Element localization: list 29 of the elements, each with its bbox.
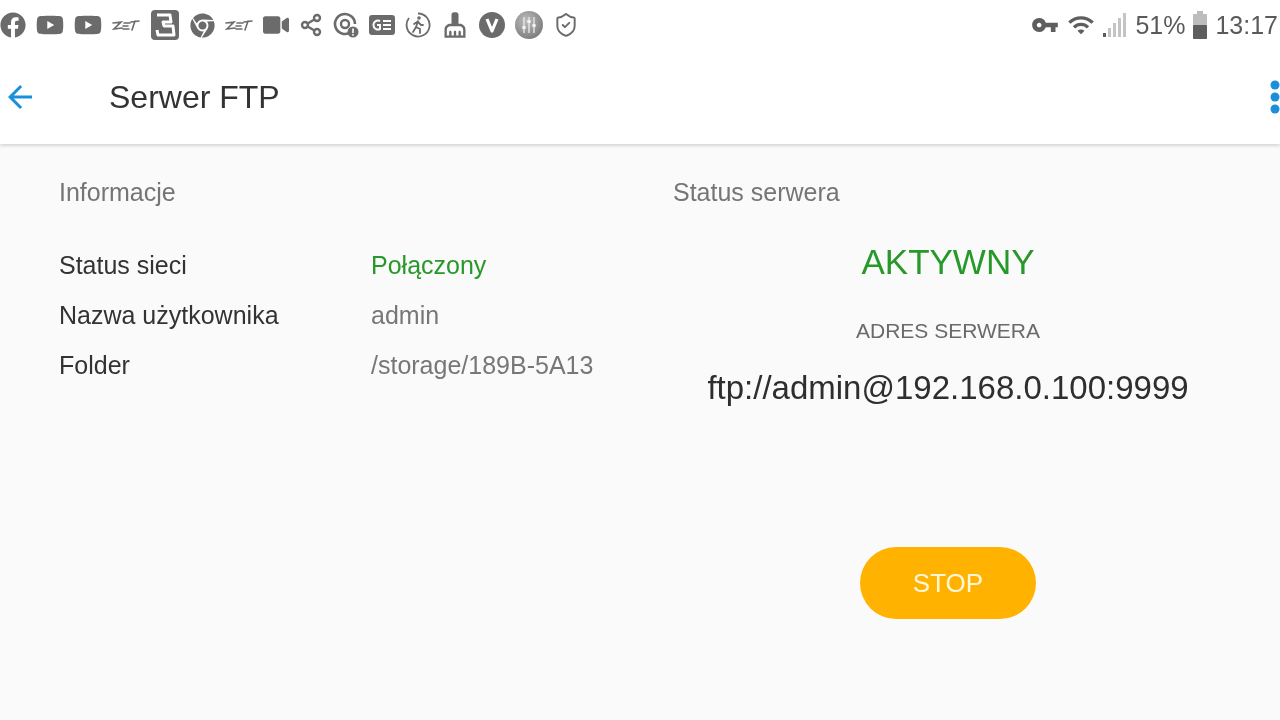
status-value: Połączony [371,250,487,281]
info-value: /storage/189B-5A13 [371,350,594,381]
section-heading: Informacje [59,177,176,208]
script-logo-icon [112,19,140,31]
battery-icon [1193,11,1208,39]
at-sign-alert-icon [333,12,359,38]
info-label: Folder [59,350,130,381]
script-logo-icon [225,19,253,31]
screen-title: Serwer FTP [109,78,280,117]
clock-time: 13:17 [1215,10,1278,40]
app-logo-icon [150,9,180,41]
more-options-icon[interactable] [1270,80,1280,114]
runner-icon [405,12,431,38]
info-label: Status sieci [59,250,187,281]
v-logo-icon [479,12,505,38]
stop-button[interactable]: STOP [860,547,1036,619]
server-state: AKTYWNY [861,241,1035,283]
share-icon [299,13,323,37]
shield-check-icon [553,12,579,38]
signal-icon [1103,13,1128,37]
info-label: Nazwa użytkownika [59,300,279,331]
info-value: admin [371,300,440,331]
battery-percent: 51% [1135,10,1186,40]
section-heading: Status serwera [673,177,840,208]
server-address: ftp://admin@192.168.0.100:9999 [707,368,1189,408]
address-label: ADRES SERWERA [856,318,1040,344]
equalizer-icon [515,11,543,39]
news-icon [369,15,395,35]
browser-logo-icon [190,12,215,38]
